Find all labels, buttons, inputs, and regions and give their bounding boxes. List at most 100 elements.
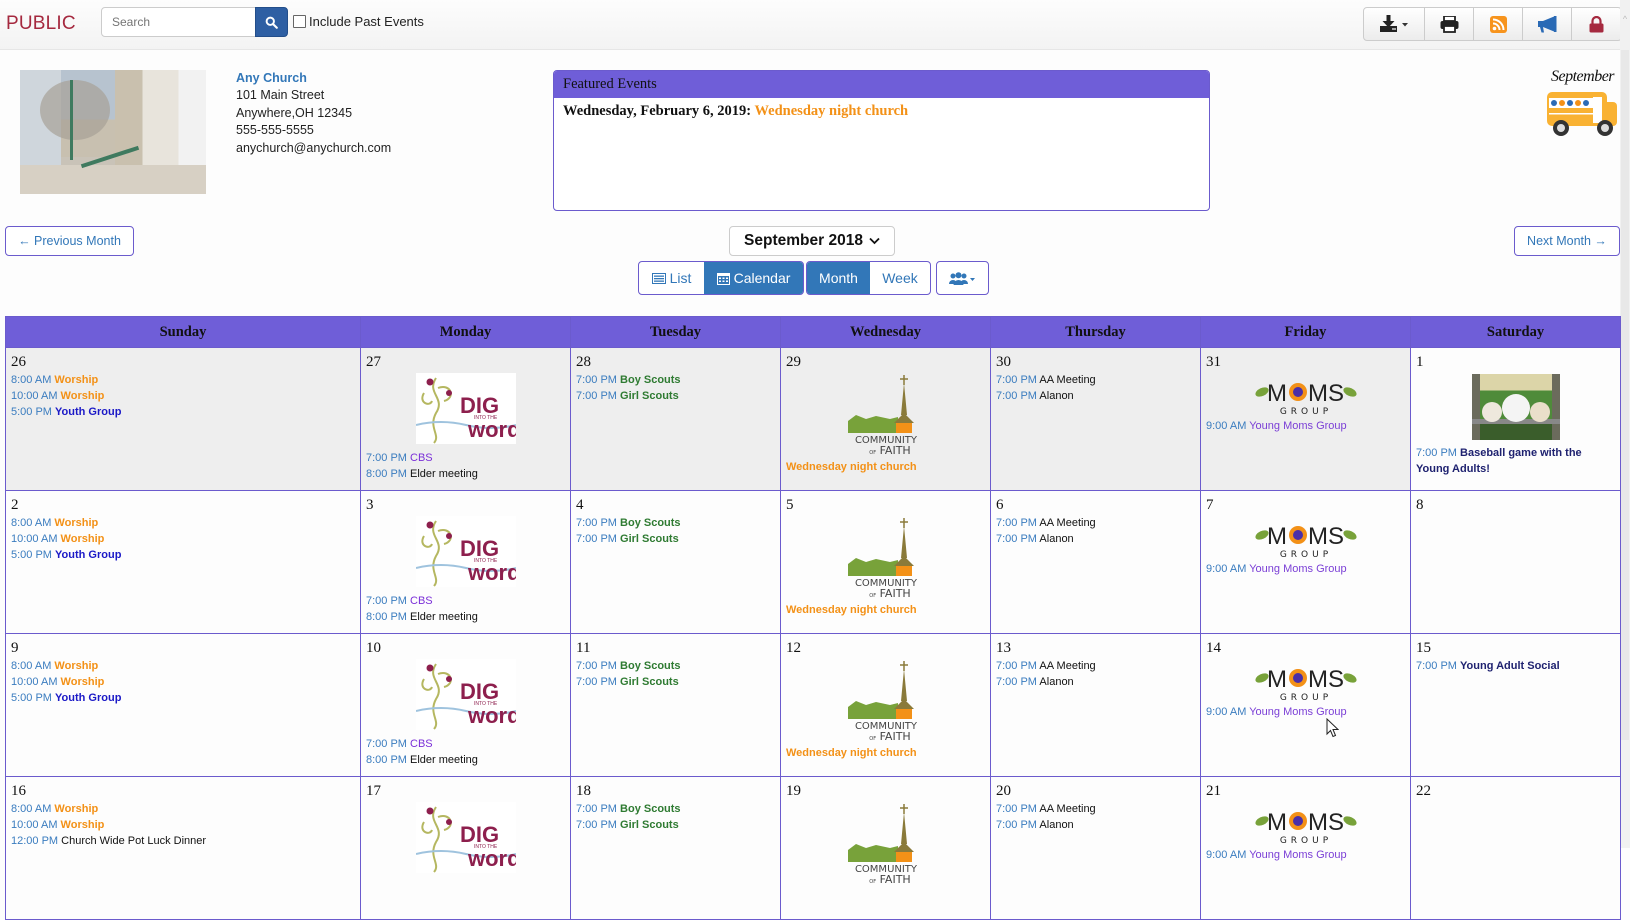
- week-range-button[interactable]: Week: [870, 262, 930, 294]
- calendar-event[interactable]: 9:00 AM Young Moms Group: [1206, 847, 1405, 863]
- calendar-event[interactable]: Wednesday night church: [786, 602, 985, 618]
- calendar-event[interactable]: 7:00 PM Alanon: [996, 674, 1195, 690]
- calendar-day-cell[interactable]: 5 COMMUNITY OF FAITH Wednesday night church: [780, 490, 991, 634]
- calendar-day-cell[interactable]: 15 7:00 PM Young Adult Social: [1410, 633, 1621, 777]
- calendar-day-cell[interactable]: 16 8:00 AM Worship 10:00 AM Worship 12:00 P…: [5, 776, 361, 920]
- calendar-event[interactable]: 7:00 PM Boy Scouts: [576, 658, 775, 674]
- church-name-link[interactable]: Any Church: [236, 70, 391, 87]
- calendar-event[interactable]: 9:00 AM Young Moms Group: [1206, 418, 1405, 434]
- calendar-event[interactable]: 8:00 AM Worship: [11, 801, 355, 817]
- calendar-event[interactable]: 10:00 AM Worship: [11, 388, 355, 404]
- event-time: 5:00 PM: [11, 692, 52, 704]
- calendar-event[interactable]: 8:00 PM Elder meeting: [366, 752, 565, 768]
- groups-filter-dropdown[interactable]: [936, 261, 989, 295]
- search-input[interactable]: [101, 7, 256, 37]
- calendar-event[interactable]: 7:00 PM CBS: [366, 593, 565, 609]
- calendar-event[interactable]: 7:00 PM Boy Scouts: [576, 515, 775, 531]
- calendar-event[interactable]: 9:00 AM Young Moms Group: [1206, 704, 1405, 720]
- calendar-day-cell[interactable]: 2 8:00 AM Worship 10:00 AM Worship 5:00 PM …: [5, 490, 361, 634]
- login-button[interactable]: [1572, 8, 1621, 40]
- calendar-day-cell[interactable]: 29 COMMUNITY OF FAITH Wednesday night churc…: [780, 347, 991, 491]
- calendar-day-cell[interactable]: 4 7:00 PM Boy Scouts 7:00 PM Girl Scouts: [570, 490, 781, 634]
- calendar-event[interactable]: 7:00 PM AA Meeting: [996, 658, 1195, 674]
- calendar-event[interactable]: 10:00 AM Worship: [11, 674, 355, 690]
- include-past-events-checkbox[interactable]: Include Past Events: [293, 14, 424, 29]
- calendar-day-cell[interactable]: 3 DIG INTO THE word 7:00 PM CBS 8:00 PM Elder…: [360, 490, 571, 634]
- calendar-event[interactable]: 7:00 PM Boy Scouts: [576, 372, 775, 388]
- calendar-day-cell[interactable]: 17 DIG INTO THE word: [360, 776, 571, 920]
- calendar-day-cell[interactable]: 1 7:00 PM Baseball game with the Young Ad…: [1410, 347, 1621, 491]
- calendar-event[interactable]: 7:00 PM CBS: [366, 736, 565, 752]
- calendar-event[interactable]: 7:00 PM Girl Scouts: [576, 674, 775, 690]
- calendar-event[interactable]: 7:00 PM Girl Scouts: [576, 531, 775, 547]
- search-button[interactable]: [255, 7, 288, 37]
- event-time: 7:00 PM: [576, 819, 617, 831]
- calendar-event[interactable]: 7:00 PM Young Adult Social: [1416, 658, 1615, 674]
- calendar-day-cell[interactable]: 13 7:00 PM AA Meeting 7:00 PM Alanon: [990, 633, 1201, 777]
- checkbox-box[interactable]: [293, 15, 306, 28]
- calendar-event[interactable]: 7:00 PM Alanon: [996, 531, 1195, 547]
- list-view-button[interactable]: List: [639, 262, 704, 294]
- svg-text:MS: MS: [1308, 809, 1344, 836]
- calendar-event[interactable]: 7:00 PM Girl Scouts: [576, 817, 775, 833]
- scroll-up-arrow-icon[interactable]: ^: [1620, 14, 1630, 24]
- calendar-event[interactable]: 10:00 AM Worship: [11, 531, 355, 547]
- calendar-day-cell[interactable]: 19 COMMUNITY OF FAITH: [780, 776, 991, 920]
- calendar-event[interactable]: 12:00 PM Church Wide Pot Luck Dinner: [11, 833, 355, 849]
- calendar-event[interactable]: 8:00 PM Elder meeting: [366, 609, 565, 625]
- calendar-event[interactable]: 8:00 AM Worship: [11, 372, 355, 388]
- calendar-day-cell[interactable]: 7 M MS GROUP 9:00 AM Young Moms Group: [1200, 490, 1411, 634]
- calendar-event[interactable]: 8:00 AM Worship: [11, 658, 355, 674]
- calendar-event[interactable]: 5:00 PM Youth Group: [11, 690, 355, 706]
- calendar-day-cell[interactable]: 8: [1410, 490, 1621, 634]
- calendar-event[interactable]: 8:00 PM Elder meeting: [366, 466, 565, 482]
- calendar-day-cell[interactable]: 28 7:00 PM Boy Scouts 7:00 PM Girl Scouts: [570, 347, 781, 491]
- scrollbar-thumb[interactable]: [1621, 50, 1629, 740]
- calendar-day-cell[interactable]: 6 7:00 PM AA Meeting 7:00 PM Alanon: [990, 490, 1201, 634]
- calendar-day-cell[interactable]: 12 COMMUNITY OF FAITH Wednesday night churc…: [780, 633, 991, 777]
- event-title: AA Meeting: [1039, 660, 1096, 672]
- month-range-button[interactable]: Month: [807, 262, 870, 294]
- print-button[interactable]: [1425, 8, 1474, 40]
- calendar-day-cell[interactable]: 9 8:00 AM Worship 10:00 AM Worship 5:00 PM …: [5, 633, 361, 777]
- calendar-event[interactable]: 8:00 AM Worship: [11, 515, 355, 531]
- featured-event-link[interactable]: Wednesday night church: [754, 103, 908, 119]
- calendar-event[interactable]: 7:00 PM AA Meeting: [996, 372, 1195, 388]
- month-selector[interactable]: September 2018: [729, 226, 895, 256]
- calendar-event[interactable]: 7:00 PM Alanon: [996, 817, 1195, 833]
- calendar-day-cell[interactable]: 30 7:00 PM AA Meeting 7:00 PM Alanon: [990, 347, 1201, 491]
- calendar-view-button[interactable]: Calendar: [704, 262, 803, 294]
- calendar-day-cell[interactable]: 26 8:00 AM Worship 10:00 AM Worship 5:00 PM…: [5, 347, 361, 491]
- calendar-day-cell[interactable]: 22: [1410, 776, 1621, 920]
- download-button[interactable]: [1364, 8, 1425, 40]
- calendar-event[interactable]: 7:00 PM Alanon: [996, 388, 1195, 404]
- calendar-event[interactable]: 10:00 AM Worship: [11, 817, 355, 833]
- calendar-day-cell[interactable]: 18 7:00 PM Boy Scouts 7:00 PM Girl Scouts: [570, 776, 781, 920]
- calendar-event[interactable]: 5:00 PM Youth Group: [11, 404, 355, 420]
- calendar-day-cell[interactable]: 21 M MS GROUP 9:00 AM Young Moms Group: [1200, 776, 1411, 920]
- calendar-event[interactable]: 5:00 PM Youth Group: [11, 547, 355, 563]
- calendar-event[interactable]: Wednesday night church: [786, 745, 985, 761]
- announcements-button[interactable]: [1523, 8, 1572, 40]
- groups-filter-button[interactable]: [937, 262, 988, 294]
- calendar-event[interactable]: 7:00 PM Boy Scouts: [576, 801, 775, 817]
- svg-text:word: word: [467, 703, 516, 728]
- day-number: 19: [786, 783, 801, 799]
- calendar-event[interactable]: 7:00 PM Baseball game with the Young Adu…: [1416, 445, 1615, 477]
- next-month-button[interactable]: Next Month →: [1514, 226, 1620, 256]
- calendar-day-cell[interactable]: 31 M MS GROUP 9:00 AM Young Moms Group: [1200, 347, 1411, 491]
- calendar-day-cell[interactable]: 14 M MS GROUP 9:00 AM Young Moms Group: [1200, 633, 1411, 777]
- calendar-event[interactable]: Wednesday night church: [786, 459, 985, 475]
- calendar-day-cell[interactable]: 11 7:00 PM Boy Scouts 7:00 PM Girl Scouts: [570, 633, 781, 777]
- calendar-event[interactable]: 7:00 PM Girl Scouts: [576, 388, 775, 404]
- brand-label[interactable]: PUBLIC: [6, 13, 76, 35]
- calendar-event[interactable]: 7:00 PM AA Meeting: [996, 515, 1195, 531]
- calendar-day-cell[interactable]: 20 7:00 PM AA Meeting 7:00 PM Alanon: [990, 776, 1201, 920]
- calendar-event[interactable]: 7:00 PM AA Meeting: [996, 801, 1195, 817]
- calendar-event[interactable]: 7:00 PM CBS: [366, 450, 565, 466]
- calendar-event[interactable]: 9:00 AM Young Moms Group: [1206, 561, 1405, 577]
- rss-feed-button[interactable]: [1474, 8, 1523, 40]
- previous-month-button[interactable]: ← Previous Month: [5, 226, 134, 256]
- calendar-day-cell[interactable]: 27 DIG INTO THE word 7:00 PM CBS 8:00 PM Elde…: [360, 347, 571, 491]
- calendar-day-cell[interactable]: 10 DIG INTO THE word 7:00 PM CBS 8:00 PM Elde…: [360, 633, 571, 777]
